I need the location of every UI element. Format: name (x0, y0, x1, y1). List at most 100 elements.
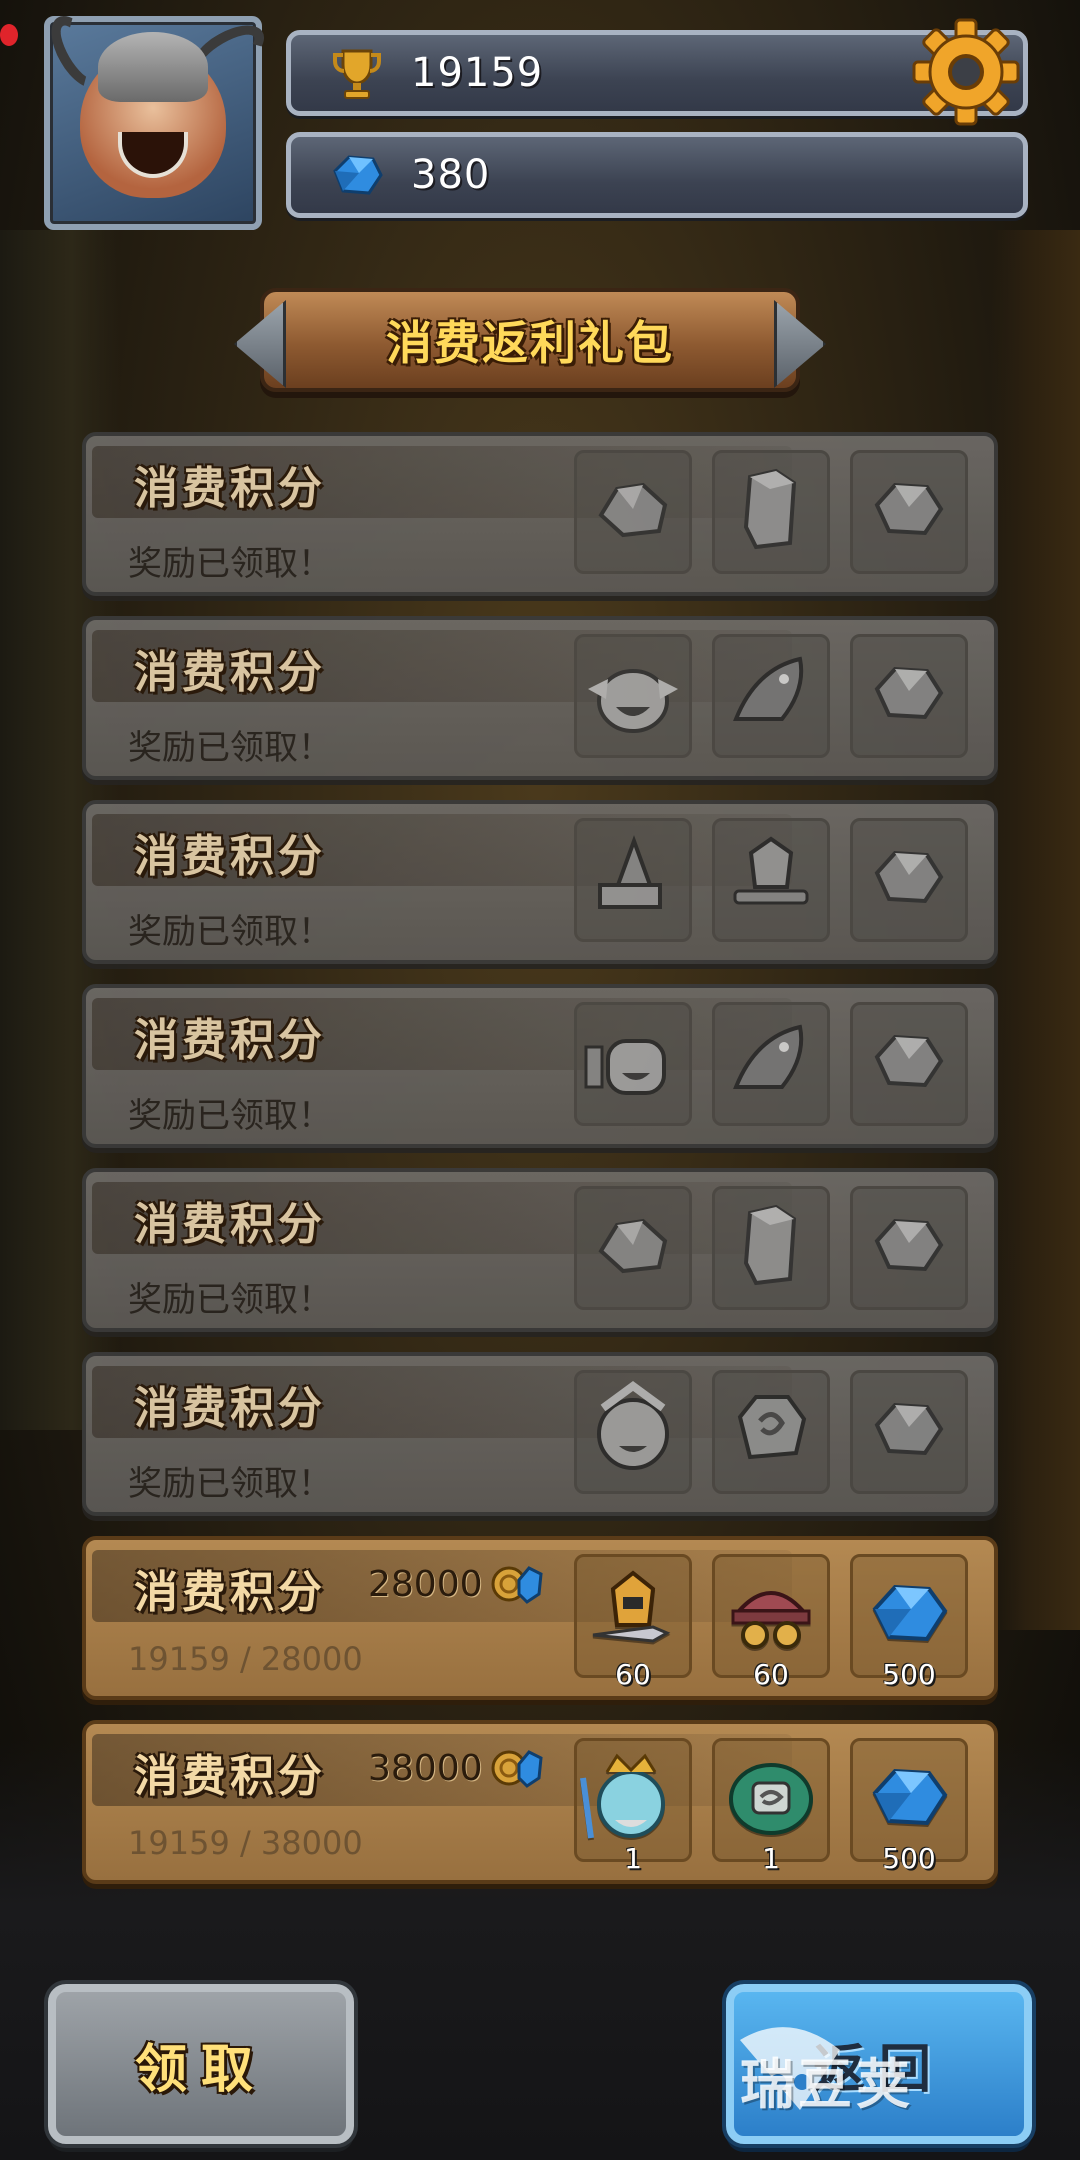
blue-gem-icon (867, 1577, 951, 1655)
player-avatar[interactable] (40, 7, 273, 230)
reward-slot[interactable] (712, 1186, 830, 1310)
reward-slots (574, 1186, 968, 1310)
reward-slots: 60 60 500 (574, 1554, 968, 1691)
row-title: 消费积分 (134, 1199, 326, 1250)
row-title: 消费积分 (134, 1015, 326, 1066)
reward-slot[interactable] (850, 1370, 968, 1494)
blue-gem-icon (867, 1761, 951, 1839)
robot-pet-icon (578, 1017, 688, 1111)
reward-row[interactable]: 消费积分奖励已领取！ (82, 432, 998, 596)
hero-pet-icon (578, 649, 688, 743)
row-title: 消费积分 (134, 463, 326, 514)
crystal-pillar-icon (736, 467, 806, 557)
row-status: 奖励已领取！ (128, 544, 332, 584)
reward-slot[interactable] (712, 450, 830, 574)
reward-slot[interactable] (574, 818, 692, 942)
progress-text: 19159 / 38000 (128, 1824, 363, 1862)
green-rune-icon (723, 1753, 819, 1847)
avatar-helmet (98, 32, 208, 102)
gem-icon (869, 1211, 949, 1285)
target-value: 28000 (368, 1563, 483, 1605)
reward-slots (574, 1002, 968, 1126)
reward-slot[interactable] (712, 634, 830, 758)
shark-pet-icon (726, 649, 816, 743)
gold-armor-icon (583, 1569, 683, 1663)
reward-quantity: 1 (624, 1842, 642, 1875)
reward-row[interactable]: 消费积分 奖励已领取！ (82, 800, 998, 964)
gem-icon (869, 659, 949, 733)
gem-value: 380 (411, 152, 491, 198)
reward-slot[interactable] (850, 450, 968, 574)
gem-icon (869, 843, 949, 917)
row-target: 28000 (368, 1562, 543, 1606)
row-title: 消费积分 (134, 1567, 326, 1618)
crystal-pillar-icon (736, 1203, 806, 1293)
watermark-text: 瑞豆荚 (740, 2053, 914, 2116)
gem-icon (869, 475, 949, 549)
gear-icon (912, 18, 1020, 126)
title-plank: 消费返利礼包 (260, 288, 800, 392)
gem-icon (869, 1395, 949, 1469)
gem-counter: 380 (286, 132, 1028, 218)
ore-chunk-icon (593, 475, 673, 549)
reward-slot[interactable]: 60 (574, 1554, 692, 1691)
rune-stone-icon (726, 1387, 816, 1477)
reward-slot[interactable]: 1 (712, 1738, 830, 1875)
reward-slot[interactable] (712, 818, 830, 942)
row-status: 奖励已领取！ (128, 1464, 332, 1504)
row-status: 奖励已领取！ (128, 728, 332, 768)
shark-pet-icon (726, 1017, 816, 1111)
notification-dot (0, 24, 18, 46)
reward-slot[interactable]: 1 (573, 1738, 693, 1875)
reward-quantity: 1 (762, 1842, 780, 1875)
wizard-hat-book-icon (588, 833, 678, 927)
reward-row[interactable]: 消费积分奖励已领取！ (82, 1352, 998, 1516)
claim-button[interactable]: 领取 (48, 1984, 354, 2144)
reward-row[interactable]: 消费积分 奖励已领取！ (82, 1168, 998, 1332)
reward-slot[interactable] (850, 818, 968, 942)
reward-row[interactable]: 消费积分奖励已领取！ (82, 984, 998, 1148)
reward-slot[interactable]: 60 (712, 1554, 830, 1691)
reward-row[interactable]: 消费积分 38000 19159 / 38000 1 1 500 (82, 1720, 998, 1884)
coin-gem-icon (491, 1562, 543, 1606)
settings-button[interactable] (910, 16, 1022, 128)
reward-slot[interactable]: 500 (850, 1554, 968, 1691)
page-title: 消费返利礼包 (386, 316, 674, 370)
reward-slot[interactable] (712, 1370, 830, 1494)
reward-slots (574, 1370, 968, 1494)
reward-slot[interactable]: 500 (850, 1738, 968, 1875)
reward-quantity: 500 (882, 1658, 936, 1691)
reward-slot[interactable] (712, 1002, 830, 1126)
reward-slot[interactable] (574, 1002, 692, 1126)
reward-row[interactable]: 消费积分奖励已领取！ (82, 616, 998, 780)
row-title: 消费积分 (134, 1751, 326, 1802)
reward-slot[interactable] (850, 1002, 968, 1126)
reward-slots (574, 818, 968, 942)
trophy-icon (327, 43, 387, 103)
progress-text: 19159 / 28000 (128, 1640, 363, 1678)
row-title: 消费积分 (134, 1383, 326, 1434)
row-status: 奖励已领取！ (128, 1096, 332, 1136)
reward-slot[interactable] (574, 634, 692, 758)
reward-quantity: 500 (882, 1842, 936, 1875)
reward-slot[interactable] (850, 1186, 968, 1310)
reward-slots (574, 634, 968, 758)
goggles-hat-icon (721, 1569, 821, 1663)
ore-chunk-icon (593, 1211, 673, 1285)
gem-icon (869, 1027, 949, 1101)
target-value: 38000 (368, 1747, 483, 1789)
reward-slot[interactable] (574, 1370, 692, 1494)
reward-slot[interactable] (574, 1186, 692, 1310)
reward-list: 消费积分 奖励已领取！ 消费积分 奖励已领取！ 消费积分 奖励已领取！ 消费积分 奖励已领取！… (82, 432, 998, 1904)
reward-slot[interactable] (850, 634, 968, 758)
poseidon-pet-icon (573, 1748, 693, 1852)
row-title: 消费积分 (134, 831, 326, 882)
armor-set-icon (721, 833, 821, 927)
row-title: 消费积分 (134, 647, 326, 698)
claim-button-label: 领取 (134, 2039, 267, 2100)
reward-slot[interactable] (574, 450, 692, 574)
row-target: 38000 (368, 1746, 543, 1790)
reward-slots (574, 450, 968, 574)
reward-row[interactable]: 消费积分 28000 19159 / 28000 60 60 500 (82, 1536, 998, 1700)
blue-gem-icon (327, 145, 387, 205)
